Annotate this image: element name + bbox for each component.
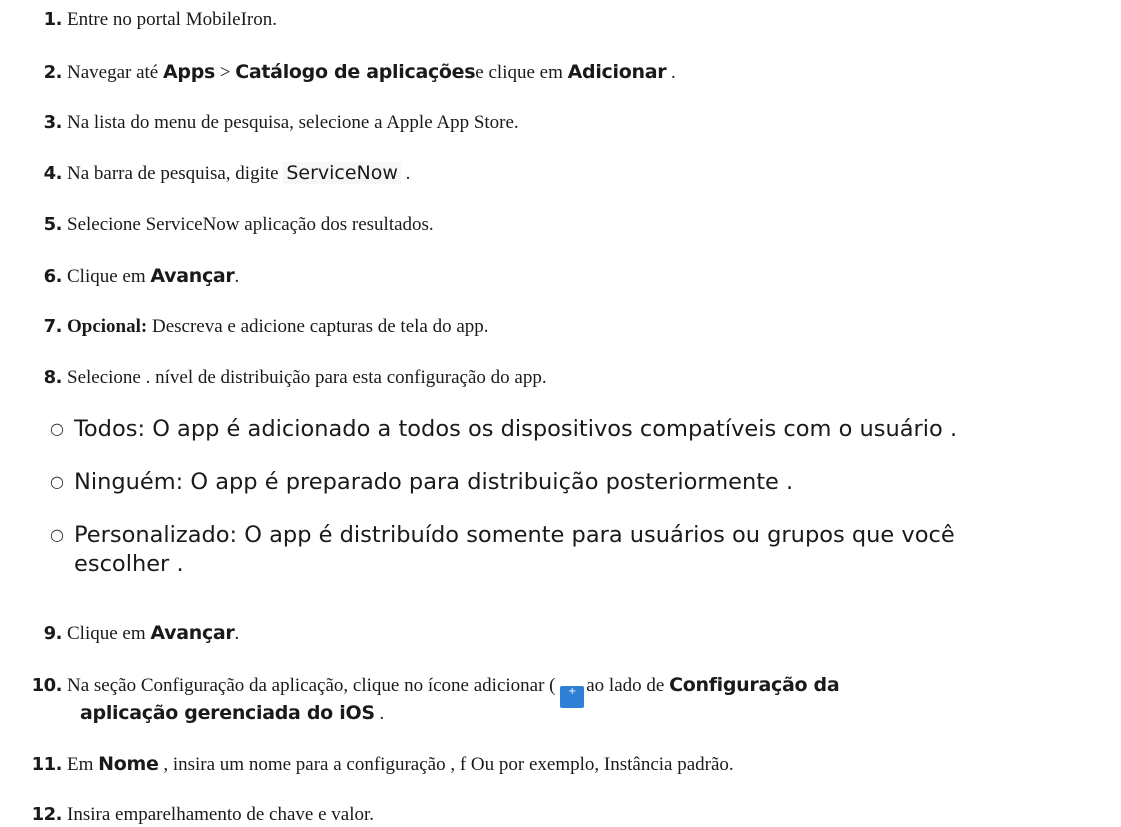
step-text-end: .	[234, 266, 240, 287]
step-number: 2.	[43, 62, 63, 83]
separator: >	[215, 62, 236, 83]
step-8: 8. Selecione . nível de distribuição para…	[0, 366, 1121, 390]
step-text: Selecione ServiceNow aplicação dos resul…	[67, 214, 434, 235]
step-number: 4.	[43, 163, 63, 184]
menu-apps: Apps	[163, 61, 216, 83]
step-text: Descreva e adicione capturas de tela do …	[147, 316, 489, 337]
next-button-label: Avançar	[150, 622, 235, 644]
step-number: 8.	[43, 367, 63, 388]
add-button-label: Adicionar	[567, 61, 667, 83]
next-button-label: Avançar	[150, 265, 235, 287]
step-1: 1. Entre no portal MobileIron.	[0, 8, 1121, 32]
step-number: 6.	[43, 266, 63, 287]
step-number: 7.	[43, 316, 63, 337]
step-text: Em	[67, 754, 99, 775]
step-4: 4. Na barra de pesquisa, digite ServiceNo…	[0, 161, 1121, 186]
distribution-option-all: ○ Todos: O app é adicionado a todos os di…	[50, 414, 957, 444]
menu-app-catalog: Catálogo de aplicações	[235, 61, 476, 83]
step-12: 12. Insira emparelhamento de chave e valo…	[0, 803, 1121, 827]
step-number: 5.	[43, 214, 63, 235]
step-3: 3. Na lista do menu de pesquisa, selecion…	[0, 111, 1121, 135]
step-text-end: .	[234, 623, 240, 644]
ios-config-label-cont: aplicação gerenciada do iOS	[80, 702, 375, 724]
option-text: Ninguém: O app é preparado para distribu…	[74, 469, 794, 495]
step-text: Insira emparelhamento de chave e valor.	[67, 804, 375, 825]
step-number: 12.	[31, 804, 63, 825]
ios-config-label: Configuração da	[669, 674, 840, 696]
step-text: Na seção Configuração da aplicação, cliq…	[67, 675, 561, 696]
step-5: 5. Selecione ServiceNow aplicação dos res…	[0, 213, 1121, 237]
step-text-cont: ao lado de	[586, 675, 670, 696]
step-7: 7. Opcional: Descreva e adicione capturas…	[0, 315, 1121, 339]
step-number: 3.	[43, 112, 63, 133]
hollow-circle-icon: ○	[50, 472, 64, 491]
optional-label: Opcional:	[67, 316, 148, 337]
option-text-cont: escolher .	[74, 551, 184, 577]
step-6: 6. Clique em Avançar.	[0, 264, 1121, 289]
step-text: Clique em	[67, 266, 151, 287]
step-2: 2. Navegar até Apps > Catálogo de aplicaç…	[0, 60, 1121, 85]
step-number: 10.	[31, 675, 63, 696]
hollow-circle-icon: ○	[50, 525, 64, 544]
step-text-end: .	[374, 703, 385, 724]
step-number: 9.	[43, 623, 63, 644]
search-term: ServiceNow	[283, 162, 401, 184]
step-11: 11. Em Nome , insira um nome para a confi…	[0, 752, 1121, 777]
step-text-cont: e clique em	[475, 62, 568, 83]
step-9: 9. Clique em Avançar.	[0, 621, 1121, 646]
step-text: Entre no portal MobileIron.	[67, 9, 278, 30]
step-text: Na barra de pesquisa, digite	[67, 163, 284, 184]
step-10-cont: aplicação gerenciada do iOS .	[80, 701, 1080, 726]
option-text: Personalizado: O app é distribuído somen…	[74, 522, 955, 548]
step-text: Na lista do menu de pesquisa, selecione …	[67, 112, 519, 133]
distribution-option-none: ○ Ninguém: O app é preparado para distrib…	[50, 467, 793, 497]
distribution-option-custom: ○ Personalizado: O app é distribuído some…	[50, 520, 955, 579]
step-text: Selecione . nível de distribuição para e…	[67, 367, 547, 388]
step-number: 11.	[31, 754, 63, 775]
step-text: Navegar até	[67, 62, 163, 83]
hollow-circle-icon: ○	[50, 419, 64, 438]
name-field-label: Nome	[98, 753, 159, 775]
option-text: Todos: O app é adicionado a todos os dis…	[74, 416, 958, 442]
step-text-cont: , insira um nome para a configuração , f…	[158, 754, 734, 775]
step-text-end: .	[666, 62, 676, 83]
step-text: Clique em	[67, 623, 151, 644]
step-number: 1.	[43, 9, 63, 30]
step-text-end: .	[400, 163, 411, 184]
